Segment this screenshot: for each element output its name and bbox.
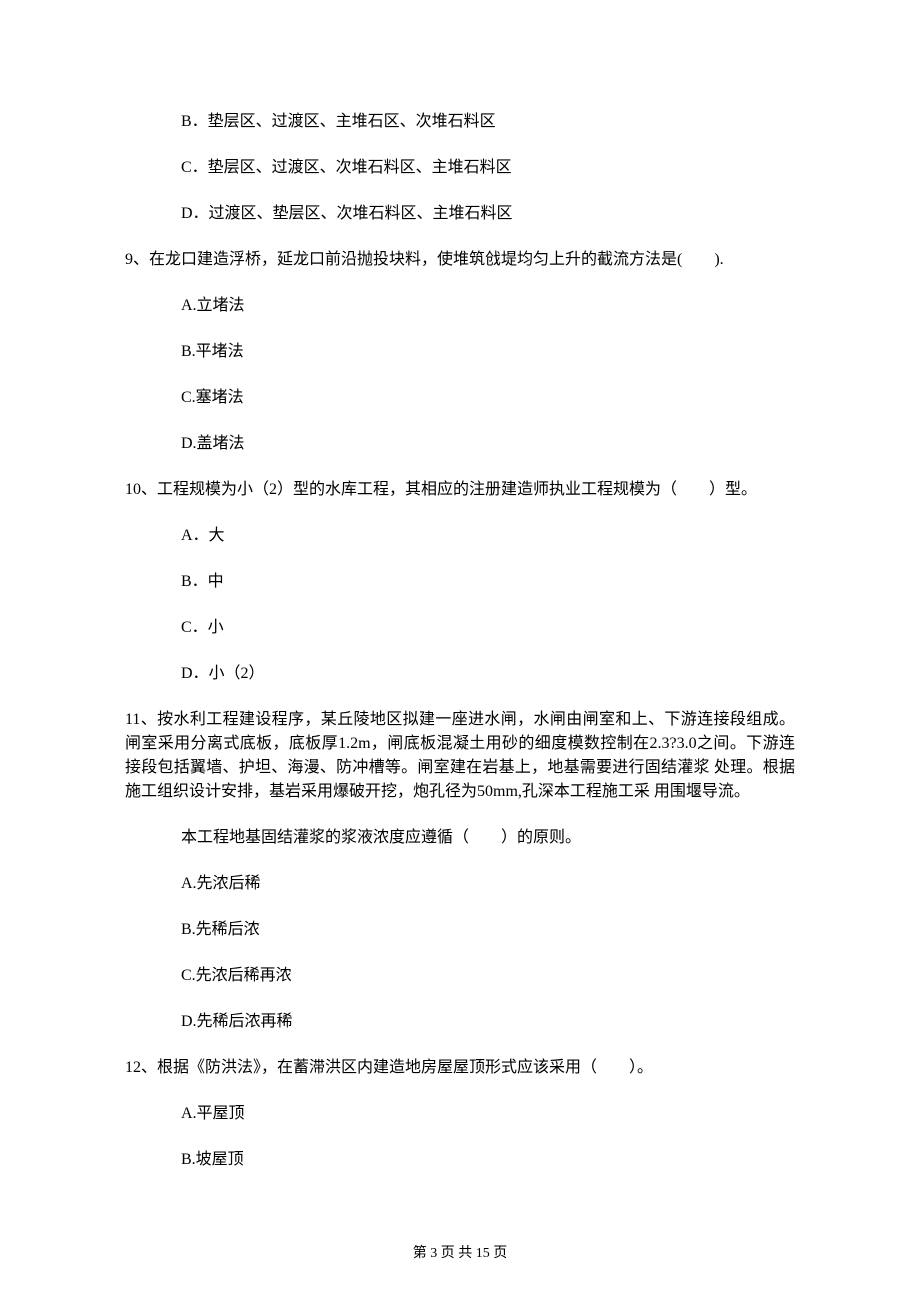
q9-option-b: B.平堵法 [181,340,795,364]
question-12-stem: 12、根据《防洪法》，在蓄滞洪区内建造地房屋屋顶形式应该采用（ ）。 [125,1056,795,1080]
q11-option-a: A.先浓后稀 [181,872,795,896]
q11-option-b: B.先稀后浓 [181,918,795,942]
q12-option-b: B.坡屋顶 [181,1148,795,1172]
option-c: C．垫层区、过渡区、次堆石料区、主堆石料区 [181,156,795,180]
q11-option-d: D.先稀后浓再稀 [181,1010,795,1034]
page-footer: 第 3 页 共 15 页 [0,1243,920,1264]
q10-option-a: A．大 [181,524,795,548]
q9-option-a: A.立堵法 [181,294,795,318]
option-b: B．垫层区、过渡区、主堆石区、次堆石料区 [181,110,795,134]
q10-option-d: D．小（2） [181,662,795,686]
question-11-sub: 本工程地基固结灌浆的浆液浓度应遵循（ ）的原则。 [181,826,795,850]
q10-option-b: B．中 [181,570,795,594]
option-d: D．过渡区、垫层区、次堆石料区、主堆石料区 [181,202,795,226]
q9-option-d: D.盖堵法 [181,432,795,456]
q9-option-c: C.塞堵法 [181,386,795,410]
question-9-stem: 9、在龙口建造浮桥，延龙口前沿抛投块料，使堆筑戗堤均匀上升的截流方法是( ). [125,248,795,272]
q10-option-c: C．小 [181,616,795,640]
q11-option-c: C.先浓后稀再浓 [181,964,795,988]
q12-option-a: A.平屋顶 [181,1102,795,1126]
question-10-stem: 10、工程规模为小（2）型的水库工程，其相应的注册建造师执业工程规模为（ ）型。 [125,478,795,502]
document-page: B．垫层区、过渡区、主堆石区、次堆石料区 C．垫层区、过渡区、次堆石料区、主堆石… [0,0,920,1302]
question-11-stem: 11、按水利工程建设程序，某丘陵地区拟建一座进水闸，水闸由闸室和上、下游连接段组… [125,708,795,804]
